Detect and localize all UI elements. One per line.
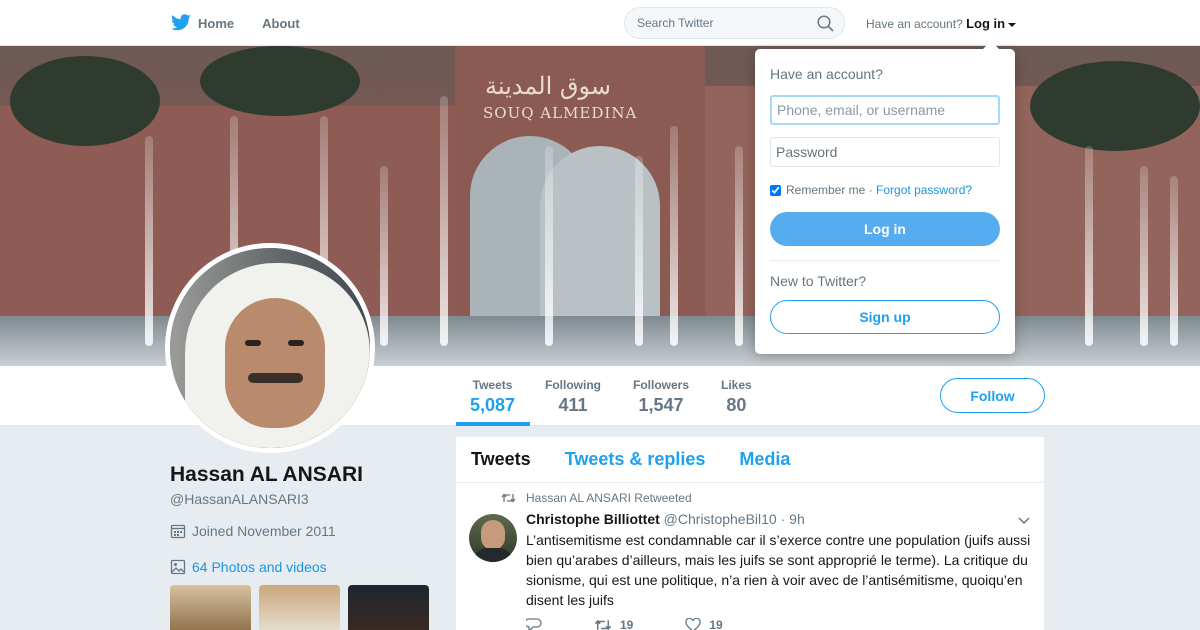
chevron-down-icon[interactable] — [1018, 517, 1030, 525]
banner-fountain — [545, 146, 553, 346]
nav-home-link[interactable]: Home — [170, 14, 234, 32]
dropdown-arrow — [983, 41, 999, 49]
tweet-header: Christophe Billiottet @ChristopheBil10 ·… — [526, 511, 805, 527]
retweet-context: Hassan AL ANSARI Retweeted — [501, 491, 692, 505]
profile-name[interactable]: Hassan AL ANSARI — [170, 463, 363, 487]
stat-value: 411 — [558, 395, 588, 415]
banner-fountain — [380, 166, 388, 346]
reply-action[interactable] — [526, 618, 542, 630]
caret-down-icon[interactable] — [1008, 22, 1017, 27]
stat-value: 80 — [726, 395, 747, 415]
nav-about-link[interactable]: About — [262, 16, 300, 31]
like-icon — [685, 618, 702, 630]
photo-thumbnail[interactable] — [170, 585, 251, 630]
banner-fountain — [440, 96, 448, 346]
stat-followers[interactable]: Followers 1,547 — [633, 378, 689, 416]
reply-icon — [526, 618, 542, 630]
banner-fountain — [735, 146, 743, 346]
profile-handle[interactable]: @HassanALANSARI3 — [170, 491, 309, 507]
stat-following[interactable]: Following 411 — [545, 378, 601, 416]
tweet-author-avatar[interactable] — [469, 514, 517, 562]
login-button[interactable]: Log in — [770, 212, 1000, 246]
joined-text: Joined November 2011 — [192, 523, 336, 539]
remember-me-label[interactable]: Remember me — [786, 183, 865, 197]
tab-tweets[interactable]: Tweets — [471, 449, 531, 470]
tweet-author-name[interactable]: Christophe Billiottet — [526, 511, 660, 527]
banner-fountain — [145, 136, 153, 346]
dropdown-divider — [770, 260, 1000, 261]
new-to-twitter-text: New to Twitter? — [770, 273, 867, 289]
stat-tweets[interactable]: Tweets 5,087 — [470, 378, 515, 416]
retweet-icon — [501, 493, 516, 503]
calendar-icon — [170, 524, 186, 539]
banner-palm — [10, 56, 160, 146]
password-field[interactable] — [770, 137, 1000, 167]
have-account-text: Have an account? — [866, 17, 963, 31]
avatar-face — [225, 298, 325, 428]
login-dropdown-title: Have an account? — [770, 66, 883, 82]
tweet-timestamp[interactable]: · 9h — [781, 511, 805, 527]
photo-thumbnail[interactable] — [259, 585, 340, 630]
remember-me-checkbox[interactable] — [770, 184, 781, 196]
login-dropdown: Have an account? Remember me · Forgot pa… — [755, 41, 1015, 354]
tab-tweets-replies[interactable]: Tweets & replies — [565, 449, 706, 470]
avatar-eye — [288, 340, 304, 346]
banner-fountain — [1140, 166, 1148, 346]
banner-sign-arabic: سوق المدينة — [485, 72, 611, 100]
username-field[interactable] — [770, 95, 1000, 125]
search-input[interactable] — [637, 16, 817, 30]
tab-media[interactable]: Media — [739, 449, 790, 470]
tweet-avatar-body — [473, 548, 513, 562]
banner-palm — [200, 46, 360, 116]
photo-thumbnail[interactable] — [348, 585, 429, 630]
profile-avatar[interactable] — [165, 243, 375, 453]
stat-likes[interactable]: Likes 80 — [721, 378, 752, 416]
tweet-author-handle[interactable]: @ChristopheBil10 — [664, 511, 777, 527]
stat-label: Likes — [721, 378, 752, 392]
active-tab-indicator — [456, 422, 530, 426]
remember-me-row: Remember me · Forgot password? — [770, 183, 972, 197]
nav-home-label: Home — [198, 15, 235, 31]
banner-fountain — [670, 126, 678, 346]
retweet-action[interactable]: 19 — [594, 618, 633, 630]
retweet-icon — [594, 619, 612, 630]
avatar-eye — [245, 340, 261, 346]
login-link[interactable]: Log in — [966, 16, 1005, 31]
tweet-avatar-face — [481, 520, 505, 550]
remember-separator: · — [868, 183, 873, 197]
stat-value: 1,547 — [638, 395, 684, 415]
tweet-text: L’antisemitisme est condamnable car il s… — [526, 532, 1031, 608]
login-menu-trigger[interactable]: Have an account? Log in — [866, 16, 1017, 31]
avatar-photo — [170, 248, 370, 448]
stat-label: Tweets — [472, 378, 513, 392]
joined-date: Joined November 2011 — [170, 523, 336, 539]
like-count: 19 — [709, 618, 723, 630]
photos-videos-label: 64 Photos and videos — [192, 559, 327, 575]
follow-button[interactable]: Follow — [940, 378, 1045, 413]
tweet-actions: 19 19 — [526, 618, 775, 630]
banner-fountain — [1085, 146, 1093, 346]
retweet-count: 19 — [620, 618, 634, 630]
timeline: Tweets Tweets & replies Media Hassan AL … — [456, 437, 1044, 630]
timeline-tabs: Tweets Tweets & replies Media — [456, 437, 1044, 483]
avatar-mustache — [248, 373, 303, 383]
banner-palm — [1030, 61, 1200, 151]
banner-fountain — [1170, 176, 1178, 346]
top-nav: Home About Have an account? Log in — [0, 0, 1200, 46]
photos-videos-link[interactable]: 64 Photos and videos — [170, 559, 327, 575]
search-box[interactable] — [624, 7, 845, 39]
stat-label: Followers — [633, 378, 690, 392]
stat-label: Following — [545, 378, 601, 392]
twitter-bird-icon — [171, 14, 191, 31]
retweet-context-text: Hassan AL ANSARI Retweeted — [526, 491, 692, 505]
banner-sign-english: SOUQ ALMEDINA — [483, 104, 638, 122]
signup-button[interactable]: Sign up — [770, 300, 1000, 334]
photo-icon — [170, 559, 186, 575]
banner-fountain — [635, 156, 643, 346]
search-icon[interactable] — [817, 14, 834, 32]
forgot-password-link[interactable]: Forgot password? — [876, 183, 972, 197]
like-action[interactable]: 19 — [685, 618, 723, 630]
stat-value: 5,087 — [470, 395, 516, 415]
